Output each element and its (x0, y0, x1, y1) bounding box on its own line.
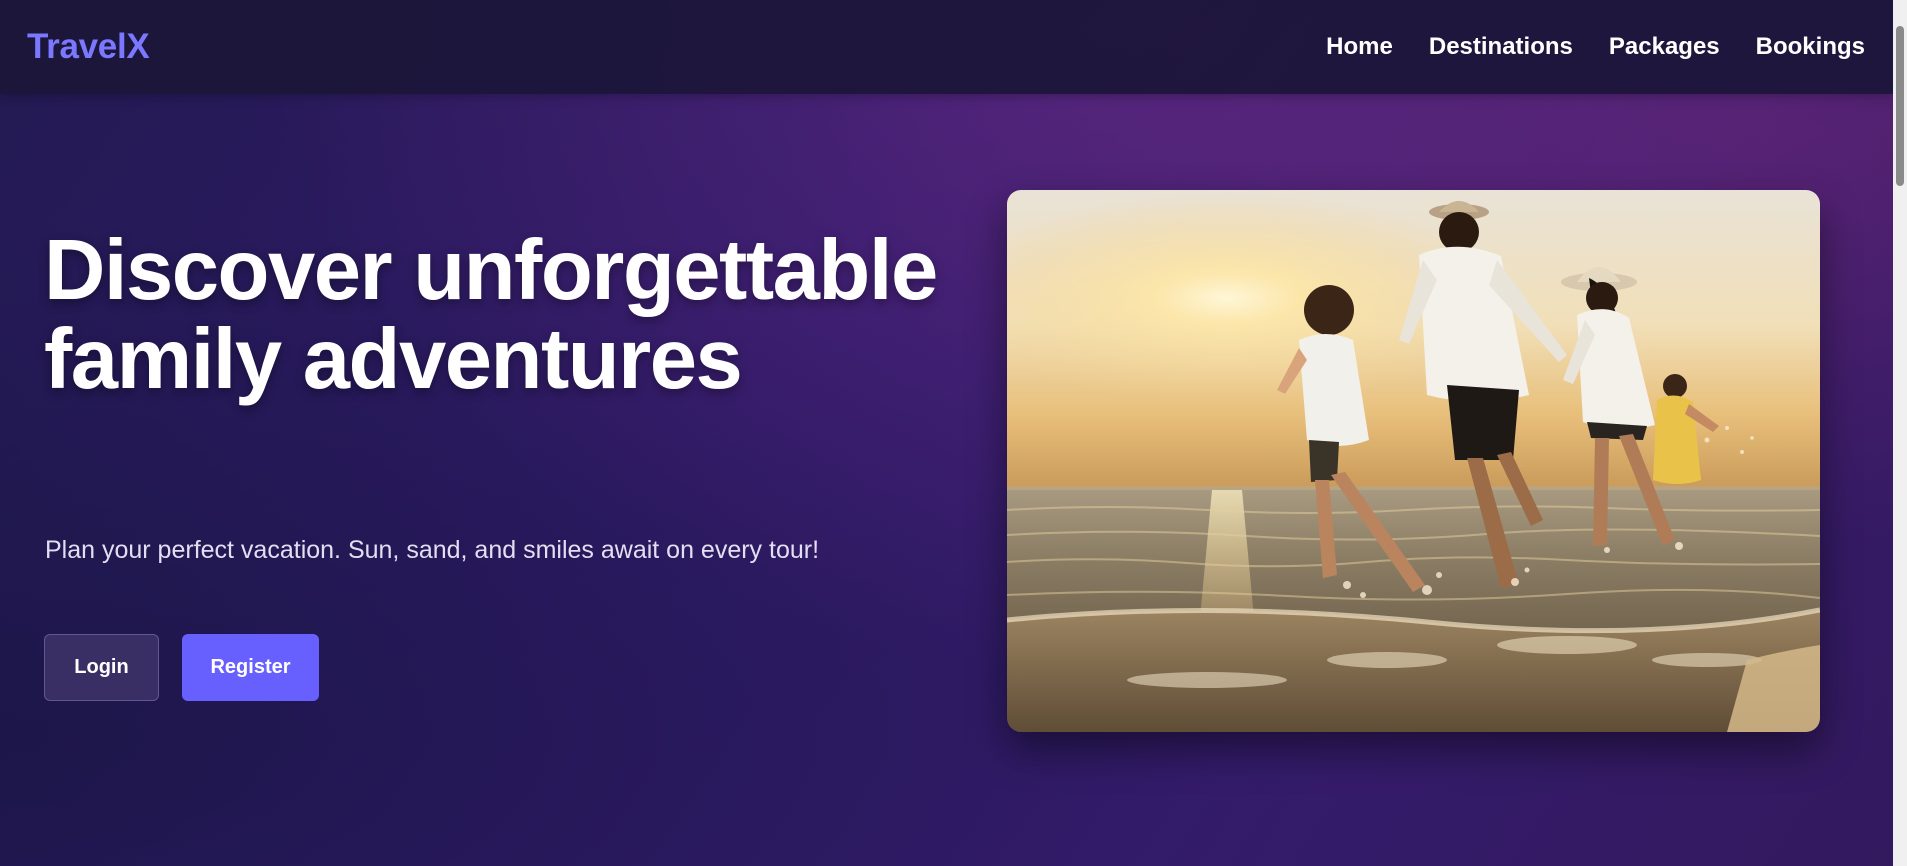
nav-link-home[interactable]: Home (1326, 33, 1393, 61)
nav-link-destinations[interactable]: Destinations (1429, 33, 1573, 61)
brand-logo[interactable]: TravelX (27, 27, 150, 67)
page-scrollbar[interactable] (1893, 0, 1907, 866)
beach-sunset-photo (1007, 190, 1820, 732)
navbar: TravelX Home Destinations Packages Booki… (0, 0, 1893, 94)
login-button[interactable]: Login (44, 634, 159, 701)
nav-links: Home Destinations Packages Bookings (1326, 33, 1865, 61)
hero-title: Discover unforgettable family adventures (44, 223, 938, 407)
hero-image (1007, 190, 1820, 732)
scrollbar-thumb[interactable] (1896, 26, 1904, 186)
hero-subtitle: Plan your perfect vacation. Sun, sand, a… (45, 536, 820, 564)
nav-link-bookings[interactable]: Bookings (1756, 33, 1865, 61)
nav-link-packages[interactable]: Packages (1609, 33, 1720, 61)
register-button[interactable]: Register (182, 634, 319, 701)
